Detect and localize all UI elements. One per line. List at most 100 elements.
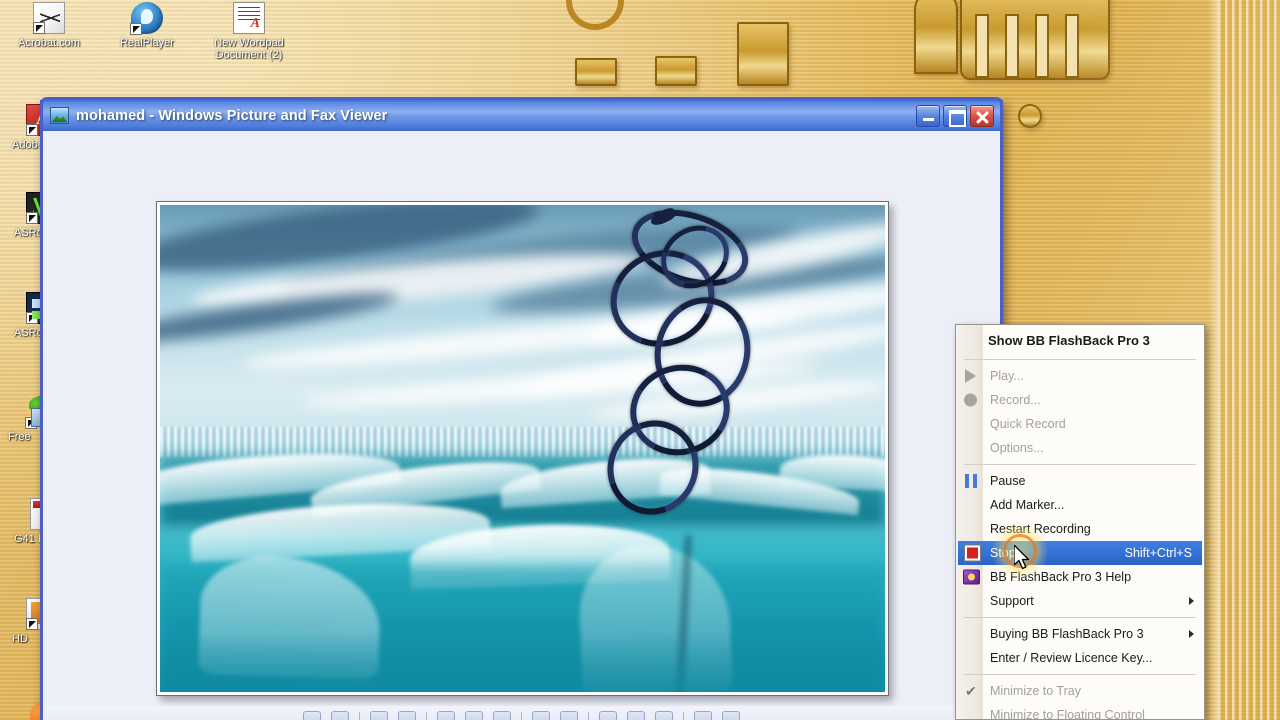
maximize-button[interactable] — [943, 104, 967, 127]
zoom-out-icon[interactable] — [493, 711, 511, 720]
desktop: Acrobat.com RealPlayer New Wordpad Docum… — [0, 0, 1280, 720]
menu-item-play[interactable]: Play... — [956, 364, 1204, 388]
wallpaper-ornament — [566, 0, 624, 30]
stop-icon — [965, 545, 980, 561]
rotate-clockwise-icon[interactable] — [532, 711, 550, 720]
picture-file-icon — [50, 107, 69, 124]
menu-item-minimize-to-tray[interactable]: ✔ Minimize to Tray — [956, 679, 1204, 703]
toolbar-separator — [588, 712, 589, 720]
menu-items: Show BB FlashBack Pro 3 Play... Record..… — [956, 325, 1204, 720]
menu-item-quick-record[interactable]: Quick Record — [956, 412, 1204, 436]
wallpaper-ornament — [914, 0, 958, 74]
menu-item-label: Restart Recording — [990, 522, 1091, 536]
wallpaper-ornament — [1065, 14, 1079, 78]
menu-item-enter-review-licence-key[interactable]: Enter / Review Licence Key... — [956, 646, 1204, 670]
submenu-arrow-icon — [1189, 630, 1194, 638]
window-title: mohamed - Windows Picture and Fax Viewer — [76, 107, 388, 124]
menu-separator — [964, 674, 1196, 675]
help-icon[interactable] — [722, 711, 740, 720]
menu-item-label: Enter / Review Licence Key... — [990, 651, 1153, 665]
wallpaper-ornament — [737, 22, 789, 86]
shortcut-arrow-icon — [26, 212, 38, 224]
wallpaper-ornament — [1005, 14, 1019, 78]
menu-item-support[interactable]: Support — [956, 589, 1204, 613]
edit-icon[interactable] — [694, 711, 712, 720]
menu-item-bb-flashback-help[interactable]: BB FlashBack Pro 3 Help — [956, 565, 1204, 589]
play-icon — [965, 369, 976, 383]
menu-item-minimize-to-floating-control[interactable]: Minimize to Floating Control — [956, 703, 1204, 720]
menu-item-show-bb-flashback[interactable]: Show BB FlashBack Pro 3 — [956, 325, 1204, 355]
desktop-icon-acrobat[interactable]: Acrobat.com — [12, 2, 86, 49]
minimize-button[interactable] — [916, 104, 940, 127]
menu-item-shortcut: Shift+Ctrl+S — [1124, 546, 1192, 560]
best-fit-icon[interactable] — [370, 711, 388, 720]
menu-item-restart-recording[interactable]: Restart Recording — [956, 517, 1204, 541]
shortcut-arrow-icon — [25, 417, 37, 429]
desktop-icon-label: New Wordpad Document (2) — [214, 37, 284, 61]
close-button[interactable] — [970, 104, 994, 127]
menu-item-label: Buying BB FlashBack Pro 3 — [990, 627, 1144, 641]
menu-separator — [964, 617, 1196, 618]
menu-item-stop[interactable]: Stop Shift+Ctrl+S — [958, 541, 1202, 565]
wallpaper-stripes — [1208, 0, 1280, 720]
menu-item-label: Stop — [990, 546, 1016, 560]
window-controls — [916, 104, 996, 127]
window-title-bar[interactable]: mohamed - Windows Picture and Fax Viewer — [40, 97, 1003, 131]
menu-item-pause[interactable]: Pause — [956, 469, 1204, 493]
menu-item-label: Options... — [990, 441, 1044, 455]
wallpaper-ornament — [975, 14, 989, 78]
actual-size-icon[interactable] — [398, 711, 416, 720]
help-book-icon — [963, 569, 980, 585]
shortcut-arrow-icon — [26, 312, 38, 324]
zoom-in-icon[interactable] — [465, 711, 483, 720]
menu-item-add-marker[interactable]: Add Marker... — [956, 493, 1204, 517]
desktop-icon-wordpad-document[interactable]: New Wordpad Document (2) — [206, 2, 292, 61]
shortcut-arrow-icon — [26, 618, 38, 630]
toolbar-separator — [359, 712, 360, 720]
record-icon — [964, 393, 977, 407]
photo-frame — [156, 201, 889, 696]
menu-item-label: Quick Record — [990, 417, 1066, 431]
menu-item-label: Play... — [990, 369, 1024, 383]
menu-item-label: Pause — [990, 474, 1026, 488]
shortcut-arrow-icon — [26, 124, 38, 136]
rotate-counterclockwise-icon[interactable] — [560, 711, 578, 720]
previous-image-icon[interactable] — [303, 711, 321, 720]
print-icon[interactable] — [627, 711, 645, 720]
start-slideshow-icon[interactable] — [437, 711, 455, 720]
menu-item-label: Support — [990, 594, 1034, 608]
toolbar-separator — [521, 712, 522, 720]
shortcut-arrow-icon — [33, 22, 45, 34]
menu-item-label: Minimize to Tray — [990, 684, 1081, 698]
delete-icon[interactable] — [599, 711, 617, 720]
menu-item-options[interactable]: Options... — [956, 436, 1204, 460]
copy-to-icon[interactable] — [655, 711, 673, 720]
menu-separator — [964, 359, 1196, 360]
wallpaper-ornament — [1035, 14, 1049, 78]
desktop-icon-label: Acrobat.com — [18, 37, 80, 49]
menu-item-buying-bb-flashback[interactable]: Buying BB FlashBack Pro 3 — [956, 622, 1204, 646]
acrobat-icon — [33, 2, 65, 34]
wallpaper-ornament — [1018, 104, 1042, 128]
realplayer-icon — [130, 2, 163, 35]
shortcut-arrow-icon — [130, 23, 142, 35]
wallpaper-ornament — [655, 56, 697, 86]
menu-item-label: Minimize to Floating Control — [990, 708, 1145, 720]
desktop-icon-realplayer[interactable]: RealPlayer — [110, 2, 184, 49]
submenu-arrow-icon — [1189, 597, 1194, 605]
menu-item-label: Record... — [990, 393, 1041, 407]
viewer-toolbar[interactable] — [43, 706, 1000, 720]
bb-flashback-tray-context-menu[interactable]: Show BB FlashBack Pro 3 Play... Record..… — [955, 324, 1205, 720]
menu-separator — [964, 464, 1196, 465]
toolbar-separator — [426, 712, 427, 720]
wordpad-document-icon — [233, 2, 265, 34]
check-icon: ✔ — [965, 683, 977, 699]
wallpaper-ornament — [575, 58, 617, 86]
toolbar-separator — [683, 712, 684, 720]
menu-item-record[interactable]: Record... — [956, 388, 1204, 412]
menu-item-label: Show BB FlashBack Pro 3 — [988, 332, 1150, 348]
menu-item-label: Add Marker... — [990, 498, 1065, 512]
next-image-icon[interactable] — [331, 711, 349, 720]
pause-icon — [965, 474, 977, 488]
viewer-content-area — [43, 131, 1000, 720]
